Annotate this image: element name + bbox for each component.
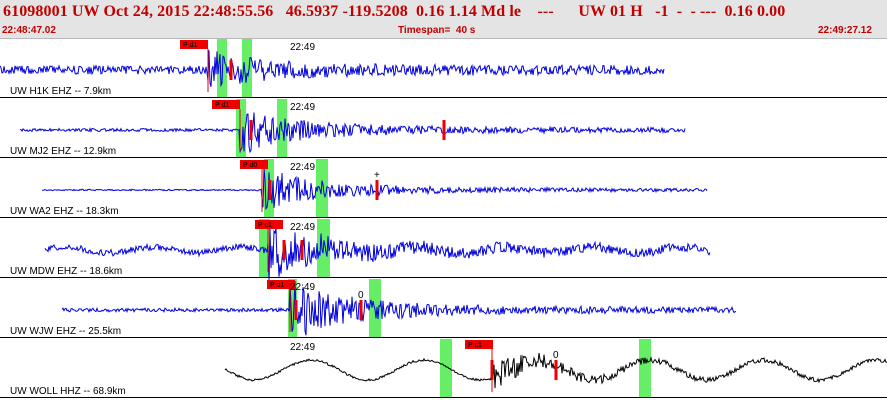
station-label: UW MDW EHZ -- 18.6km xyxy=(10,266,122,277)
end-time: 22:49:27.12 xyxy=(818,25,872,36)
pick-window xyxy=(639,339,651,397)
event-header: 61098001 UW Oct 24, 2015 22:48:55.56 46.… xyxy=(0,0,887,39)
waveform-trace xyxy=(19,112,686,154)
station-label: UW WOLL HHZ -- 68.9km xyxy=(10,386,126,397)
pick-label: P d1 xyxy=(215,102,229,109)
station-label: UW WJW EHZ -- 25.5km xyxy=(10,326,121,337)
phase-mark: + xyxy=(374,170,380,181)
station-label: UW H1K EHZ -- 7.9km xyxy=(10,86,111,97)
trace-panel[interactable]: P d1 22:49 UW H1K EHZ -- 7.9km P d1 22:49 UW … xyxy=(0,38,887,400)
waveform-trace xyxy=(61,280,737,336)
seismogram-viewer: 61098001 UW Oct 24, 2015 22:48:55.56 46.… xyxy=(0,0,887,400)
time-tick-label: 22:49 xyxy=(290,282,315,293)
time-tick-label: 22:49 xyxy=(290,342,315,353)
station-label: UW WA2 EHZ -- 18.3km xyxy=(10,206,119,217)
event-summary: 61098001 UW Oct 24, 2015 22:48:55.56 46.… xyxy=(3,3,786,20)
phase-mark: 0 xyxy=(358,290,364,301)
time-tick-label: 22:49 xyxy=(290,102,315,113)
pick-label: P c1 xyxy=(468,342,482,349)
time-tick-label: 22:49 xyxy=(290,42,315,53)
pick-label: P d1 xyxy=(183,42,197,49)
pick-label: P c1 xyxy=(258,222,272,229)
station-label: UW MJ2 EHZ -- 12.9km xyxy=(10,146,116,157)
timespan: Timespan= 40 s xyxy=(398,25,476,36)
time-tick-label: 22:49 xyxy=(290,162,315,173)
waveform-trace xyxy=(0,50,665,88)
time-tick-label: 22:49 xyxy=(290,222,315,233)
start-time: 22:48:47.02 xyxy=(2,25,56,36)
pick-label: P d0 xyxy=(243,162,257,169)
pick-label: P d1 xyxy=(270,282,284,289)
phase-mark: 0 xyxy=(553,350,559,361)
waveform-trace xyxy=(44,227,711,281)
